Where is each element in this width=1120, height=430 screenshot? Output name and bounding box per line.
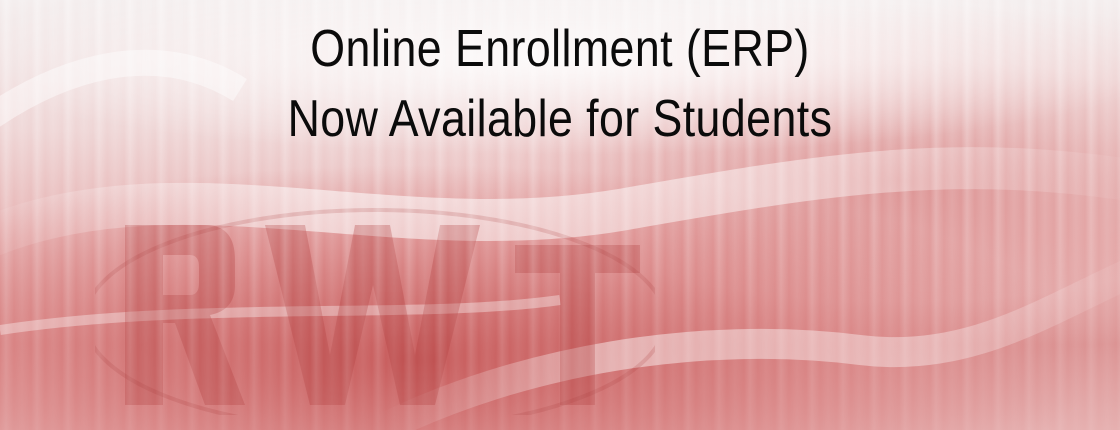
headline-line-1: Online Enrollment (ERP) [310,20,810,78]
banner-headline: Online Enrollment (ERP) Now Available fo… [78,14,1041,154]
headline-line-2: Now Available for Students [287,90,833,148]
enrollment-banner[interactable]: Online Enrollment (ERP) Now Available fo… [0,0,1120,430]
